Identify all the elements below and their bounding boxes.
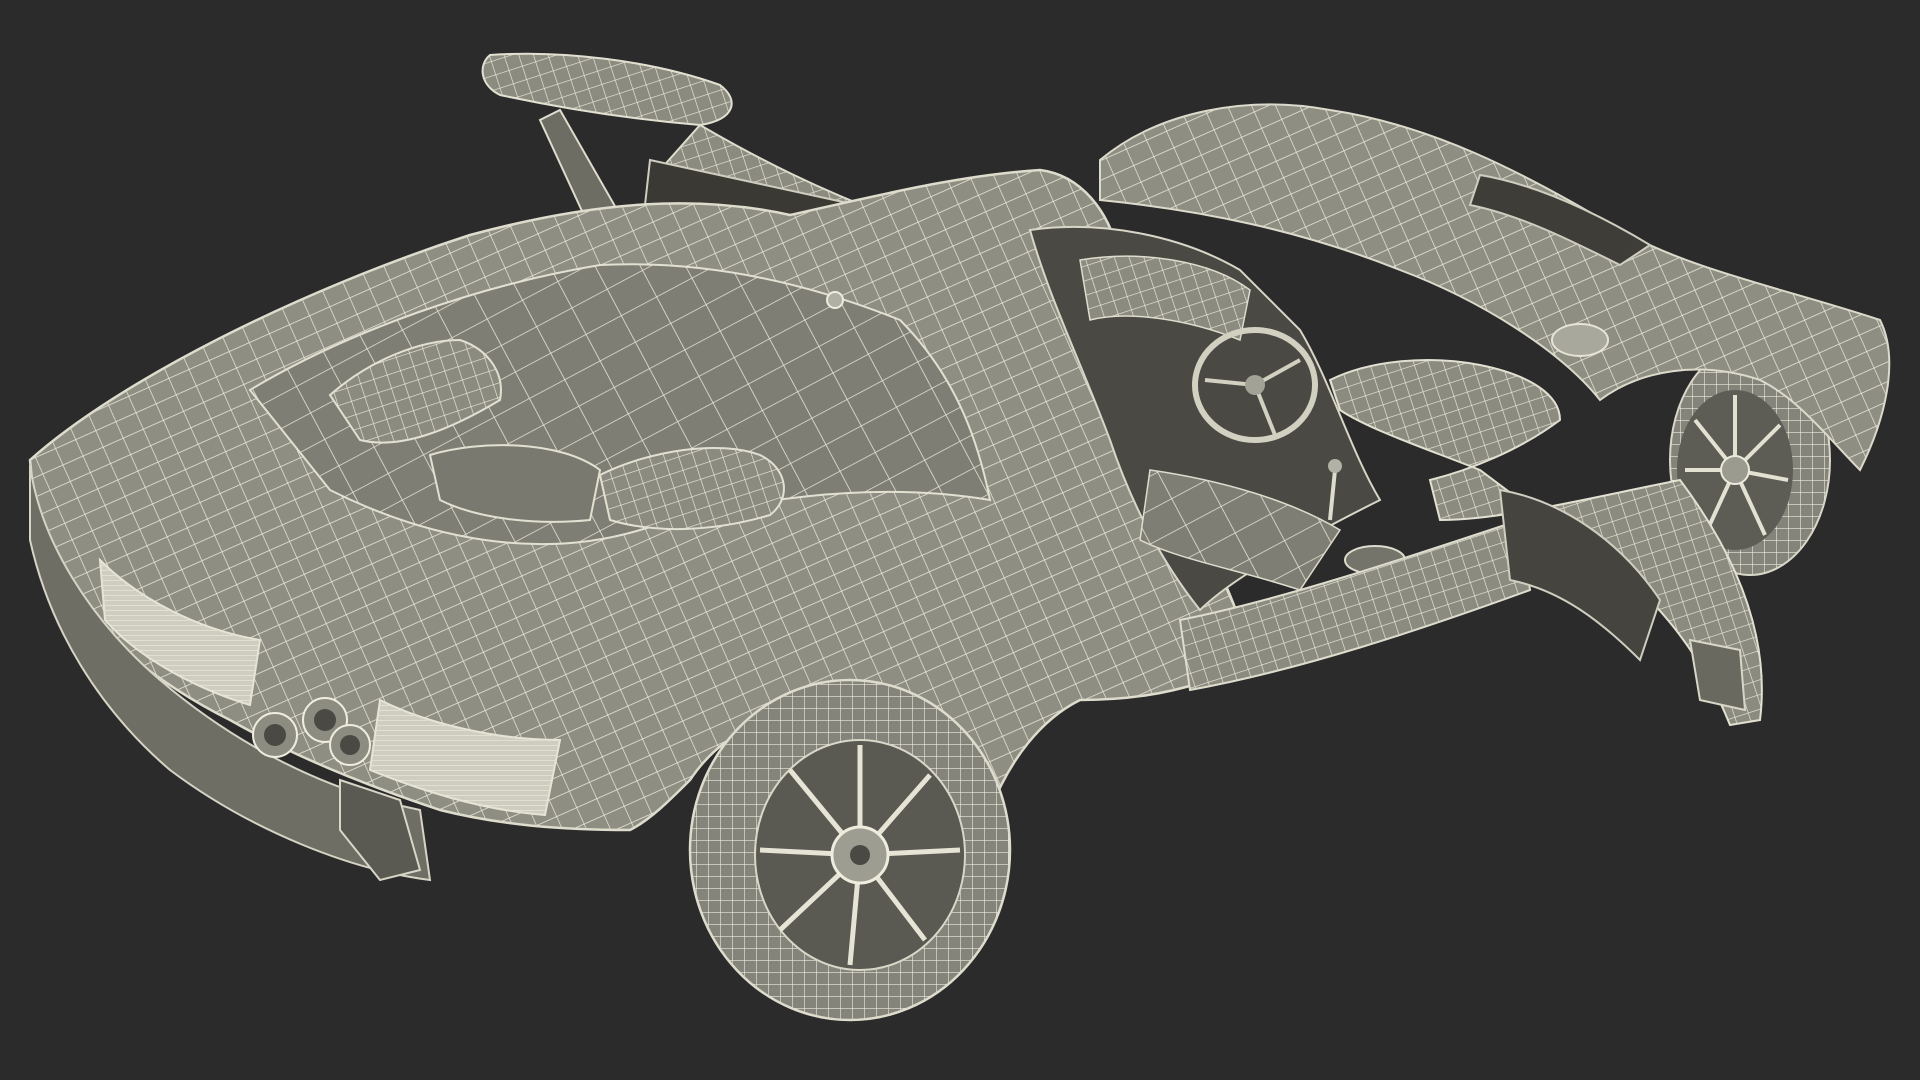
car-wireframe-render: [28, 52, 1891, 1022]
render-viewport: [0, 0, 1920, 1080]
rear-left-wheel: [688, 678, 1012, 1022]
